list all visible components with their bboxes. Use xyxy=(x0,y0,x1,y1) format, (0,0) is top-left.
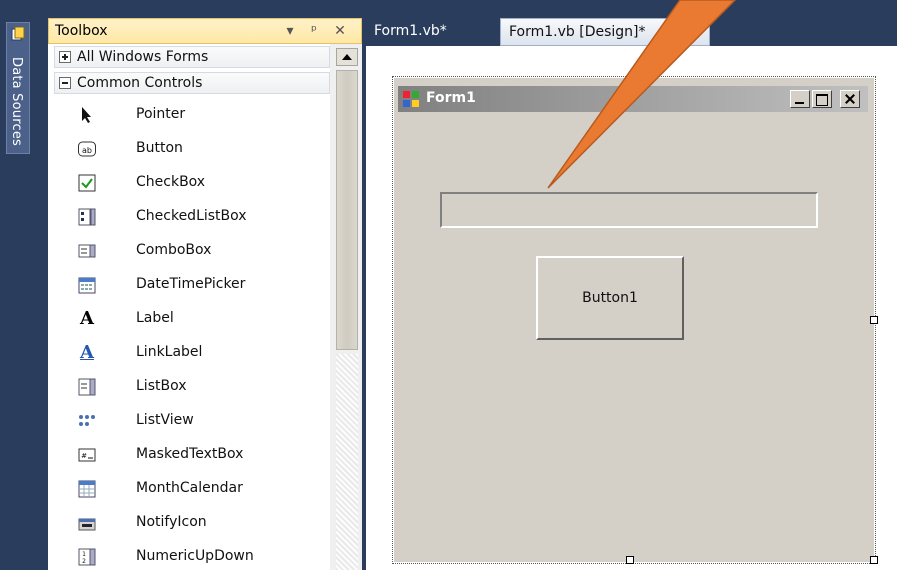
tool-label: NumericUpDown xyxy=(136,548,254,564)
numericupdown-icon: 12 xyxy=(78,548,96,566)
form-icon xyxy=(403,91,419,107)
svg-text:1: 1 xyxy=(82,551,86,558)
pointer-icon xyxy=(82,107,91,123)
resize-handle-bottom[interactable] xyxy=(626,556,634,564)
expand-icon[interactable] xyxy=(59,51,71,63)
category-label: All Windows Forms xyxy=(77,49,209,65)
button1[interactable]: Button1 xyxy=(536,256,684,340)
tool-label: MonthCalendar xyxy=(136,480,243,496)
notifyicon-icon xyxy=(78,518,96,531)
form-title: Form1 xyxy=(426,90,476,106)
close-icon[interactable]: ✕ xyxy=(331,22,349,40)
tool-label: MaskedTextBox xyxy=(136,446,244,462)
toolbox-item-numericupdown[interactable]: 12 NumericUpDown xyxy=(48,540,330,570)
tool-label: CheckBox xyxy=(136,174,206,190)
toolbox-item-pointer[interactable]: Pointer xyxy=(48,98,330,132)
checkedlistbox-icon xyxy=(78,208,96,226)
category-all-windows-forms[interactable]: All Windows Forms xyxy=(54,46,330,68)
tool-label: ListBox xyxy=(136,378,187,394)
tab-form1-design[interactable]: Form1.vb [Design]* xyxy=(500,18,710,46)
category-label: Common Controls xyxy=(77,75,203,91)
toolbox-item-datetimepicker[interactable]: DateTimePicker xyxy=(48,268,330,302)
toolbox-item-maskedtextbox[interactable]: # MaskedTextBox xyxy=(48,438,330,472)
data-sources-label: Data Sources xyxy=(9,57,24,146)
tool-label: Label xyxy=(136,310,174,326)
toolbox-item-listview[interactable]: ListView xyxy=(48,404,330,438)
toolbox-item-listbox[interactable]: ListBox xyxy=(48,370,330,404)
data-sources-icon xyxy=(11,27,25,41)
listbox-icon xyxy=(78,378,96,396)
toolbox-title: Toolbox xyxy=(55,23,108,39)
svg-text:ab: ab xyxy=(82,146,92,155)
pin-icon[interactable]: ᵖ xyxy=(305,22,323,40)
scroll-thumb[interactable] xyxy=(336,70,358,350)
dropdown-arrow-icon[interactable]: ▾ xyxy=(281,22,299,40)
toolbox-item-monthcalendar[interactable]: MonthCalendar xyxy=(48,472,330,506)
checkbox-icon xyxy=(78,174,96,192)
toolbox-header: Toolbox ▾ ᵖ ✕ xyxy=(48,18,362,44)
svg-text:2: 2 xyxy=(82,558,86,565)
toolbox-item-notifyicon[interactable]: NotifyIcon xyxy=(48,506,330,540)
tab-form1-vb[interactable]: Form1.vb* xyxy=(366,18,490,46)
label-icon: A xyxy=(80,308,94,329)
svg-text:#: # xyxy=(81,452,87,460)
category-common-controls[interactable]: Common Controls xyxy=(54,72,330,94)
tool-label: NotifyIcon xyxy=(136,514,207,530)
scroll-up-arrow-icon[interactable] xyxy=(336,48,358,66)
tool-label: Pointer xyxy=(136,106,186,122)
maximize-icon[interactable] xyxy=(812,90,832,108)
toolbox-item-checkbox[interactable]: CheckBox xyxy=(48,166,330,200)
left-dock-strip: Data Sources xyxy=(0,0,44,570)
tool-label: LinkLabel xyxy=(136,344,203,360)
button-icon: ab xyxy=(78,141,96,157)
data-sources-tab[interactable]: Data Sources xyxy=(6,22,30,154)
scroll-track[interactable] xyxy=(336,354,358,570)
document-tabs: Form1.vb* Form1.vb [Design]* xyxy=(362,18,897,46)
maskedtextbox-icon: # xyxy=(78,448,96,462)
combobox-icon xyxy=(78,244,96,258)
toolbox-item-label[interactable]: A Label xyxy=(48,302,330,336)
minimize-icon[interactable] xyxy=(790,90,810,108)
form1-window[interactable]: Form1 Button1 xyxy=(392,76,878,564)
toolbox-item-combobox[interactable]: ComboBox xyxy=(48,234,330,268)
toolbox-list: All Windows Forms Common Controls Pointe… xyxy=(48,44,330,570)
textbox1[interactable] xyxy=(440,192,818,228)
linklabel-icon: A xyxy=(80,342,94,363)
toolbox-panel: Toolbox ▾ ᵖ ✕ All Windows Forms Common C… xyxy=(48,18,362,570)
tool-label: ListView xyxy=(136,412,194,428)
tool-label: Button xyxy=(136,140,183,156)
monthcalendar-icon xyxy=(78,480,96,498)
datetimepicker-icon xyxy=(78,277,96,294)
form-titlebar[interactable]: Form1 xyxy=(398,86,868,112)
listview-icon xyxy=(79,415,95,426)
resize-handle-corner[interactable] xyxy=(870,556,878,564)
tool-label: DateTimePicker xyxy=(136,276,246,292)
toolbox-item-checkedlistbox[interactable]: CheckedListBox xyxy=(48,200,330,234)
toolbox-scrollbar[interactable] xyxy=(330,44,362,570)
toolbox-item-button[interactable]: ab Button xyxy=(48,132,330,166)
close-icon[interactable] xyxy=(840,90,860,108)
tool-label: ComboBox xyxy=(136,242,212,258)
tool-label: CheckedListBox xyxy=(136,208,247,224)
toolbox-item-linklabel[interactable]: A LinkLabel xyxy=(48,336,330,370)
collapse-icon[interactable] xyxy=(59,77,71,89)
resize-handle-right[interactable] xyxy=(870,316,878,324)
